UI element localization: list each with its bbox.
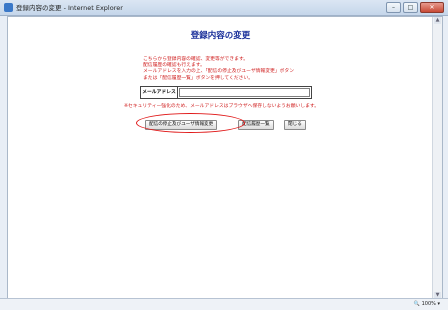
chevron-down-icon: ▾ [437,301,440,307]
title-bar: 登録内容の変更 - Internet Explorer – □ ✕ [0,0,448,16]
page-title: 登録内容の変更 [190,31,251,41]
intro-text: こちらから登録内容の確認、変更等ができます。 配信履歴の確認も行えます。 メール… [143,57,294,82]
email-input[interactable] [179,88,310,97]
minimize-button[interactable]: – [386,2,401,13]
zoom-level: 100% [421,301,436,307]
email-form-row: メールアドレス [140,86,312,99]
close-window-button[interactable]: ✕ [420,2,444,13]
page-content: 登録内容の変更 こちらから登録内容の確認、変更等ができます。 配信履歴の確認も行… [7,16,443,300]
scroll-up-icon[interactable]: ▲ [434,17,441,24]
ie-icon [4,3,13,12]
zoom-icon: 🔍 [413,301,420,307]
stop-and-change-button[interactable]: 配信の停止及びユーザ情報変更 [145,120,218,130]
history-button[interactable]: 配信履歴一覧 [238,120,274,130]
browser-window: 登録内容の変更 - Internet Explorer – □ ✕ 登録内容の変… [0,0,448,310]
zoom-control[interactable]: 🔍 100% ▾ [414,301,440,307]
vertical-scrollbar[interactable]: ▲ ▼ [432,17,442,299]
status-bar: 🔍 100% ▾ [0,298,448,310]
window-title: 登録内容の変更 - Internet Explorer [16,4,123,12]
security-notice: ※セキュリティー強化のため、メールアドレスはブラウザへ保存しないようお願いします… [124,104,320,109]
intro-line: または「配信履歴一覧」ボタンを押してください。 [143,75,254,81]
close-button[interactable]: 閉じる [284,120,306,130]
email-label: メールアドレス [141,87,178,98]
caption-buttons: – □ ✕ [386,2,444,13]
intro-line: メールアドレスを入力の上、「配信の停止及びユーザ情報変更」ボタン [143,69,295,75]
maximize-button[interactable]: □ [403,2,418,13]
